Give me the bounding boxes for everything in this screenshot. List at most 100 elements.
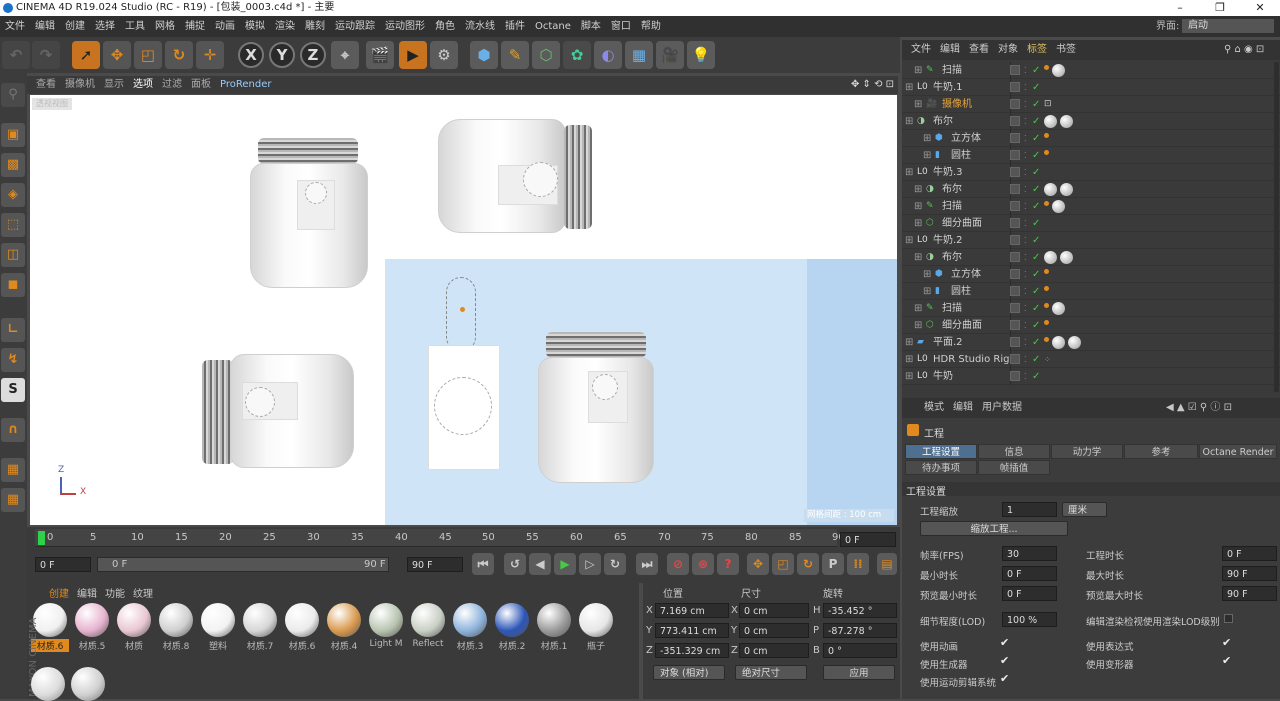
3d-viewport[interactable]: 透视视图 Z X 网格间距 : 100 cm — [30, 95, 897, 525]
enabled-check-icon[interactable]: ✓ — [1032, 113, 1040, 130]
enabled-check-icon[interactable]: ✓ — [1032, 181, 1040, 198]
tab-key-interpolation[interactable]: 帧插值 — [978, 460, 1050, 475]
material-swatch[interactable]: 材质.3 — [451, 603, 489, 663]
expand-icon[interactable]: ⊞ — [923, 147, 931, 164]
expand-icon[interactable]: ⊞ — [923, 283, 931, 300]
next-frame-icon[interactable]: ▷ — [579, 553, 601, 575]
enabled-check-icon[interactable]: ✓ — [1032, 164, 1040, 181]
attr-nav-icons[interactable]: ◀ ▲ ☑ ⚲ ⓘ ⊡ — [1166, 398, 1232, 418]
rotation-key-icon[interactable]: ↻ — [797, 553, 819, 575]
preview-max-time-field[interactable]: 90 F — [1222, 586, 1277, 601]
obj-menu-view[interactable]: 查看 — [969, 44, 989, 55]
undo-icon[interactable]: ↶ — [2, 41, 30, 69]
current-frame-field[interactable]: 0 F — [840, 532, 896, 547]
menu-pipeline[interactable]: 流水线 — [460, 16, 500, 37]
enabled-check-icon[interactable]: ✓ — [1032, 317, 1040, 334]
layer-icon[interactable] — [1010, 65, 1020, 75]
transform-icon[interactable]: ✛ — [196, 41, 224, 69]
enabled-check-icon[interactable]: ✓ — [1032, 334, 1040, 351]
obj-menu-bookmarks[interactable]: 书签 — [1056, 44, 1076, 55]
viewport-menu-options[interactable]: 选项 — [133, 76, 153, 94]
material-menu-function[interactable]: 功能 — [105, 589, 125, 600]
project-scale-field[interactable]: 1 — [1002, 502, 1057, 517]
size-z-field[interactable]: 0 cm — [739, 643, 809, 658]
position-key-icon[interactable]: ✥ — [747, 553, 769, 575]
minimum-time-field[interactable]: 0 F — [1002, 566, 1057, 581]
rotate-icon[interactable]: ↻ — [165, 41, 193, 69]
menu-select[interactable]: 选择 — [90, 16, 120, 37]
close-icon[interactable]: ✕ — [1240, 0, 1280, 16]
use-generators-checkbox[interactable]: ✔ — [1000, 654, 1009, 667]
size-x-field[interactable]: 0 cm — [739, 603, 809, 618]
keyframe-selection-icon[interactable]: ? — [717, 553, 739, 575]
tag-dot-icon[interactable] — [1044, 65, 1049, 70]
obj-menu-file[interactable]: 文件 — [911, 44, 931, 55]
expand-icon[interactable]: ⊞ — [914, 62, 922, 79]
menu-motion-tracking[interactable]: 运动跟踪 — [330, 16, 380, 37]
use-animation-checkbox[interactable]: ✔ — [1000, 636, 1009, 649]
scale-icon[interactable]: ◰ — [134, 41, 162, 69]
tag-dot-icon[interactable] — [1044, 201, 1049, 206]
material-swatch[interactable]: 瓶子 — [577, 603, 615, 663]
previous-key-icon[interactable]: ↺ — [504, 553, 526, 575]
enabled-check-icon[interactable]: ✓ — [1032, 232, 1040, 249]
move-icon[interactable]: ✥ — [103, 41, 131, 69]
material-swatch[interactable]: 材质.2 — [493, 603, 531, 663]
viewport-menu-display[interactable]: 显示 — [104, 76, 124, 94]
material-swatch[interactable]: 塑料 — [199, 603, 237, 663]
parameter-key-icon[interactable]: P — [822, 553, 844, 575]
material-swatch[interactable]: Reflect — [409, 603, 447, 663]
menu-animate[interactable]: 动画 — [210, 16, 240, 37]
expand-icon[interactable]: ⊞ — [914, 96, 922, 113]
expand-icon[interactable]: ⊞ — [905, 164, 913, 181]
expand-icon[interactable]: ⊞ — [914, 198, 922, 215]
use-deformers-checkbox[interactable]: ✔ — [1222, 654, 1231, 667]
object-row[interactable]: ⊞ ✎ 扫描 ⁚ ✓ — [902, 198, 1280, 215]
expand-icon[interactable]: ⊞ — [914, 181, 922, 198]
object-row[interactable]: ⊞ ⬢ 立方体 ⁚ ✓ — [902, 266, 1280, 283]
visibility-dots-icon[interactable]: ⁚ — [1024, 62, 1027, 79]
menu-simulate[interactable]: 模拟 — [240, 16, 270, 37]
layer-icon[interactable] — [1010, 167, 1020, 177]
viewport-menu-panel[interactable]: 面板 — [191, 76, 211, 94]
go-to-end-icon[interactable]: ⏭ — [636, 553, 658, 575]
enabled-check-icon[interactable]: ✓ — [1032, 130, 1040, 147]
menu-render[interactable]: 渲染 — [270, 16, 300, 37]
layer-icon[interactable] — [1010, 116, 1020, 126]
pla-key-icon[interactable]: ⁞⁞ — [847, 553, 869, 575]
enabled-check-icon[interactable]: ✓ — [1032, 198, 1040, 215]
enabled-check-icon[interactable]: ✓ — [1032, 300, 1040, 317]
enabled-check-icon[interactable]: ✓ — [1032, 62, 1040, 79]
edges-mode-icon[interactable]: ◫ — [1, 243, 25, 267]
locked-workplane-icon[interactable]: ▦ — [1, 488, 25, 512]
expand-icon[interactable]: ⊞ — [905, 232, 913, 249]
layout-dropdown[interactable]: 启动 — [1182, 19, 1274, 33]
start-frame-field[interactable]: 0 F — [35, 557, 91, 572]
enabled-check-icon[interactable]: ✓ — [1032, 266, 1040, 283]
visibility-dots-icon[interactable]: ⁚ — [1024, 215, 1027, 232]
tab-reference[interactable]: 参考 — [1124, 444, 1198, 459]
maximum-time-field[interactable]: 90 F — [1222, 566, 1277, 581]
rotation-b-field[interactable]: 0 ° — [823, 643, 897, 658]
milk-jar-1[interactable] — [250, 135, 370, 290]
coordinate-mode-dropdown[interactable]: 对象 (相对) — [653, 665, 725, 680]
y-axis-lock-icon[interactable]: Y — [269, 42, 295, 68]
layer-icon[interactable] — [1010, 201, 1020, 211]
workplane-icon[interactable]: ▦ — [1, 458, 25, 482]
object-row[interactable]: ⊞ ✎ 扫描 ⁚ ✓ — [902, 300, 1280, 317]
render-settings-icon[interactable]: ⚙ — [430, 41, 458, 69]
menu-mograph[interactable]: 运动图形 — [380, 16, 430, 37]
camera-icon[interactable]: 🎥 — [656, 41, 684, 69]
visibility-dots-icon[interactable]: ⁚ — [1024, 300, 1027, 317]
menu-snap[interactable]: 捕捉 — [180, 16, 210, 37]
material-menu-texture[interactable]: 纹理 — [133, 589, 153, 600]
texture-mode-icon[interactable]: ▩ — [1, 153, 25, 177]
snap-icon[interactable]: S — [1, 378, 25, 402]
visibility-dots-icon[interactable]: ⁚ — [1024, 351, 1027, 368]
z-axis-lock-icon[interactable]: Z — [300, 42, 326, 68]
tab-todo[interactable]: 待办事项 — [905, 460, 977, 475]
layer-icon[interactable] — [1010, 235, 1020, 245]
material-preview-extra[interactable] — [31, 667, 67, 701]
material-swatch[interactable]: 材质.5 — [73, 603, 111, 663]
workplane-mode-icon[interactable]: ◈ — [1, 183, 25, 207]
